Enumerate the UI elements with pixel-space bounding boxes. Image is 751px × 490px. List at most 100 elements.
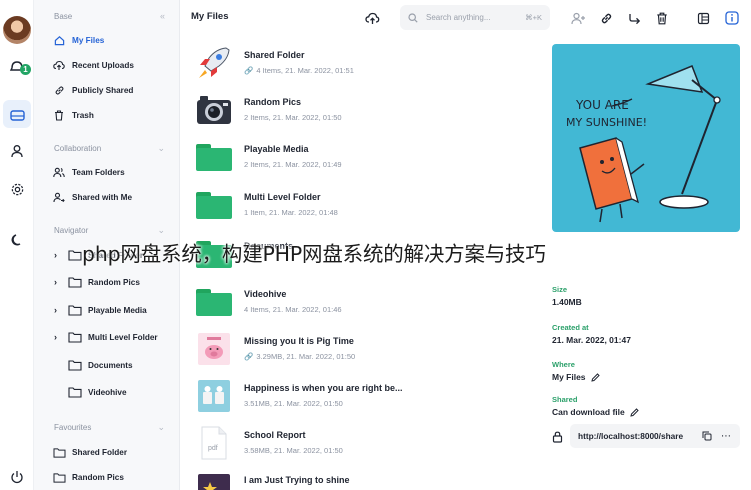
shared-link-icon: 🔗 [244, 66, 254, 75]
view-list-icon[interactable] [694, 9, 712, 27]
file-name: School Report [244, 430, 306, 440]
sidebar-item-shared-with-me[interactable]: Shared with Me [52, 187, 173, 207]
sidebar-item-label: Publicly Shared [72, 85, 134, 95]
file-row[interactable]: Happiness is when you are right be... 3.… [194, 374, 534, 418]
tree-item-label: Playable Media [88, 305, 147, 315]
where-value[interactable]: My Files [552, 372, 600, 382]
chevron-right-icon[interactable]: › [54, 305, 68, 315]
tree-item-random-pics[interactable]: › Random Pics [54, 272, 173, 292]
user-icon[interactable] [5, 139, 29, 163]
tree-item-videohive[interactable]: Videohive [54, 382, 173, 402]
folder-thumbnail [196, 189, 232, 221]
file-meta: 🔗 4 Items, 21. Mar. 2022, 01:51 [244, 66, 354, 75]
watermark-caption: php网盘系统，构建PHP网盘系统的解决方案与技巧 [82, 242, 546, 266]
file-meta: 2 Items, 21. Mar. 2022, 01:50 [244, 113, 342, 122]
folder-icon [68, 332, 82, 343]
edit-pencil-icon[interactable] [630, 407, 639, 417]
shared-link-icon: 🔗 [244, 352, 254, 361]
folder-thumbnail [196, 286, 232, 318]
file-name: Shared Folder [244, 50, 305, 60]
desk-lamp-illustration [645, 65, 721, 209]
search-icon [408, 12, 418, 23]
chevron-right-icon[interactable]: › [54, 250, 68, 260]
file-row[interactable]: Shared Folder 🔗 4 Items, 21. Mar. 2022, 0… [194, 41, 534, 85]
rocket-thumbnail [196, 47, 232, 79]
file-row[interactable]: Multi Level Folder 1 Item, 21. Mar. 2022… [194, 183, 534, 227]
logout-power-icon[interactable] [5, 465, 29, 489]
chevron-down-icon[interactable]: ⌄ [157, 143, 165, 154]
tree-item-playable-media[interactable]: › Playable Media [54, 300, 173, 320]
image-preview[interactable]: YOU ARE MY SUNSHINE! [552, 44, 740, 232]
link-icon [52, 83, 66, 97]
delete-trash-icon[interactable] [653, 9, 671, 27]
cloud-upload-icon [52, 58, 66, 72]
file-name: Random Pics [244, 97, 302, 107]
search-bar[interactable]: ⌘+K [400, 5, 550, 30]
chevron-down-icon[interactable]: ⌄ [157, 225, 165, 236]
settings-gear-icon[interactable] [5, 177, 29, 201]
folder-icon [68, 305, 82, 316]
section-title-collaboration: Collaboration [54, 144, 102, 153]
file-row[interactable]: Playable Media 2 Items, 21. Mar. 2022, 0… [194, 135, 534, 179]
notifications-icon[interactable]: 1 [5, 54, 31, 78]
book-character-illustration [579, 137, 645, 223]
file-meta: 2 Items, 21. Mar. 2022, 01:49 [244, 160, 342, 169]
tree-item-label: Documents [88, 360, 133, 370]
collapse-sidebar-icon[interactable]: « [160, 11, 165, 21]
chevron-right-icon[interactable]: › [54, 277, 68, 287]
info-icon[interactable] [723, 9, 741, 27]
chevron-right-icon[interactable]: › [54, 332, 68, 342]
file-meta: 1 Item, 21. Mar. 2022, 01:48 [244, 208, 338, 217]
file-meta: 🔗 3.29MB, 21. Mar. 2022, 01:50 [244, 352, 356, 361]
sidebar-item-publicly-shared[interactable]: Publicly Shared [52, 80, 173, 100]
page-title: My Files [191, 11, 229, 22]
file-row[interactable]: Random Pics 2 Items, 21. Mar. 2022, 01:5… [194, 88, 534, 132]
chevron-down-icon[interactable]: ⌄ [157, 422, 165, 433]
sidebar-item-team-folders[interactable]: Team Folders [52, 162, 173, 182]
sidebar-item-label: Team Folders [72, 167, 125, 177]
move-arrow-icon[interactable] [625, 9, 643, 27]
file-name: Happiness is when you are right be... [244, 383, 403, 393]
files-drive-icon[interactable] [3, 100, 31, 128]
add-user-icon[interactable] [569, 9, 587, 27]
folder-icon [52, 470, 66, 484]
file-row[interactable]: Missing you It is Pig Time 🔗 3.29MB, 21. … [194, 327, 534, 371]
copy-icon[interactable] [702, 431, 712, 441]
favourite-item-shared-folder[interactable]: Shared Folder [52, 442, 173, 462]
file-meta: 3.51MB, 21. Mar. 2022, 01:50 [244, 399, 343, 408]
file-row[interactable]: Videohive 4 Items, 21. Mar. 2022, 01:46 [194, 280, 534, 324]
user-shared-icon [52, 190, 66, 204]
file-row[interactable]: pdf School Report 3.58MB, 21. Mar. 2022,… [194, 421, 534, 465]
folder-icon [68, 250, 82, 261]
shared-permission[interactable]: Can download file [552, 407, 639, 417]
size-label: Size [552, 285, 568, 294]
pdf-file-thumbnail: pdf [196, 426, 232, 460]
trash-icon [52, 108, 66, 122]
file-name: Videohive [244, 289, 287, 299]
file-meta: 3.58MB, 21. Mar. 2022, 01:50 [244, 446, 343, 455]
avatar[interactable] [3, 16, 31, 44]
camera-thumbnail [196, 94, 232, 126]
happiness-image-thumbnail [196, 380, 232, 412]
upload-cloud-icon[interactable] [363, 9, 381, 27]
tree-item-label: Multi Level Folder [88, 332, 158, 342]
lock-icon[interactable] [552, 430, 563, 448]
tree-item-multi-level-folder[interactable]: › Multi Level Folder [54, 327, 173, 347]
sidebar-item-recent-uploads[interactable]: Recent Uploads [52, 55, 173, 75]
more-options-icon[interactable]: ⋯ [721, 431, 732, 442]
sidebar-item-trash[interactable]: Trash [52, 105, 173, 125]
share-link-field[interactable]: http://localhost:8000/share ⋯ [570, 424, 740, 448]
top-toolbar: My Files ⌘+K [180, 0, 751, 36]
sidebar-item-my-files[interactable]: My Files [52, 30, 173, 50]
pig-image-thumbnail [196, 333, 232, 365]
dark-mode-moon-icon[interactable] [5, 228, 29, 252]
edit-pencil-icon[interactable] [590, 372, 600, 382]
share-link-icon[interactable] [597, 9, 615, 27]
tree-item-documents[interactable]: Documents [54, 355, 173, 375]
favourite-item-random-pics[interactable]: Random Pics [52, 467, 173, 487]
pdf-label: pdf [208, 445, 218, 452]
folder-icon [52, 445, 66, 459]
file-row[interactable]: I am Just Trying to shine [194, 466, 534, 490]
sidebar-item-label: Recent Uploads [72, 60, 134, 70]
search-input[interactable] [426, 13, 504, 22]
